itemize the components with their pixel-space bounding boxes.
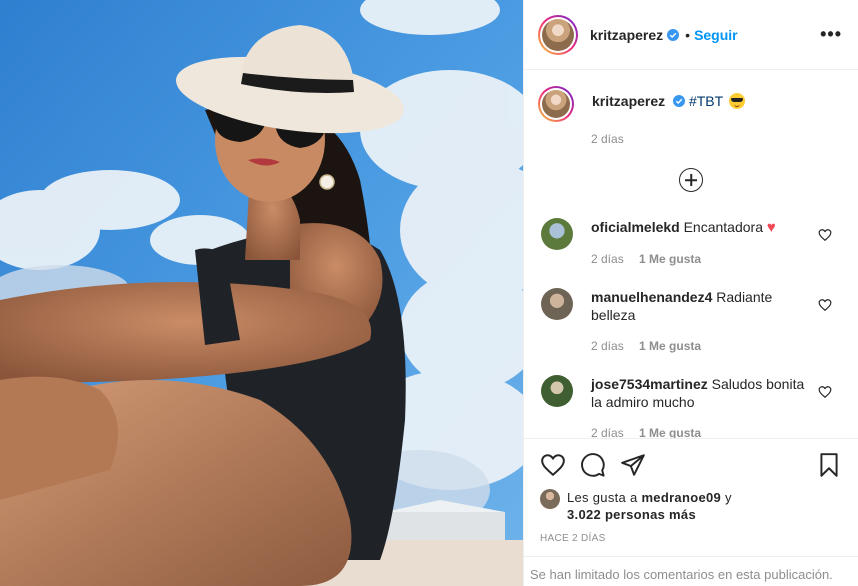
red-heart-emoji-icon: ♥ (766, 219, 776, 236)
post-side-panel: kritzaperez • Seguir ••• kritzaperez #TB… (523, 0, 858, 586)
verified-badge-icon (667, 28, 680, 41)
likes-summary: Les gusta a medranoe09 y 3.022 personas … (540, 489, 842, 523)
commenter-avatar[interactable] (541, 375, 573, 407)
likes-prefix: Les gusta a (567, 490, 638, 505)
comment-item: jose7534martinez Saludos bonita la admir… (538, 375, 844, 438)
header-separator: • (685, 26, 691, 43)
load-more-plus-icon[interactable] (679, 168, 703, 192)
more-options-icon[interactable]: ••• (820, 24, 842, 45)
comment-time: 2 días (591, 339, 624, 353)
comment-likes[interactable]: 1 Me gusta (639, 339, 701, 353)
comment-item: manuelhenandez4 Radiante belleza 2 días … (538, 288, 844, 355)
liker-avatar[interactable] (540, 489, 560, 509)
post-actions: Les gusta a medranoe09 y 3.022 personas … (524, 438, 858, 544)
instagram-post-view: kritzaperez • Seguir ••• kritzaperez #TB… (0, 0, 858, 586)
comment-likes[interactable]: 1 Me gusta (639, 252, 701, 266)
post-photo[interactable] (0, 0, 523, 586)
action-icons (540, 451, 842, 479)
likes-and: y (724, 490, 732, 505)
comment-bubble-icon[interactable] (580, 452, 606, 478)
sunglasses-emoji-icon (728, 93, 745, 109)
caption: kritzaperez #TBT (538, 86, 844, 122)
save-bookmark-icon[interactable] (816, 452, 842, 478)
comment-username[interactable]: oficialmelekd (591, 219, 680, 235)
commenter-avatar[interactable] (541, 218, 573, 250)
comment-username[interactable]: jose7534martinez (591, 376, 708, 392)
like-heart-icon[interactable] (540, 452, 566, 478)
follow-button[interactable]: Seguir (694, 27, 738, 43)
author-avatar[interactable] (538, 14, 578, 55)
liker-username[interactable]: medranoe09 (641, 490, 721, 505)
like-comment-heart-icon[interactable] (818, 228, 832, 242)
comment-time: 2 días (591, 426, 624, 438)
comments-limited-notice: Se han limitado los comentarios en esta … (524, 556, 858, 582)
verified-badge-icon (673, 95, 686, 107)
caption-avatar[interactable] (538, 86, 574, 122)
share-paper-plane-icon[interactable] (620, 452, 646, 478)
post-time-ago[interactable]: HACE 2 DÍAS (540, 533, 842, 544)
photo-illustration (0, 0, 523, 586)
comments-list[interactable]: kritzaperez #TBT 2 días oficialmelekd En… (524, 70, 858, 438)
commenter-avatar[interactable] (541, 288, 573, 320)
load-more-comments (538, 168, 844, 192)
comment-time: 2 días (591, 252, 624, 266)
comment-text: Encantadora (683, 219, 763, 235)
comment-item: oficialmelekd Encantadora ♥ 2 días 1 Me … (538, 218, 844, 268)
caption-time: 2 días (591, 132, 624, 146)
author-username[interactable]: kritzaperez (590, 27, 663, 43)
caption-username[interactable]: kritzaperez (592, 93, 665, 109)
like-comment-heart-icon[interactable] (818, 385, 832, 399)
caption-hashtag[interactable]: #TBT (689, 93, 723, 109)
comment-username[interactable]: manuelhenandez4 (591, 289, 712, 305)
like-comment-heart-icon[interactable] (818, 298, 832, 312)
post-header: kritzaperez • Seguir ••• (524, 0, 858, 70)
likes-count[interactable]: 3.022 personas más (567, 507, 696, 522)
comment-likes[interactable]: 1 Me gusta (639, 426, 701, 438)
